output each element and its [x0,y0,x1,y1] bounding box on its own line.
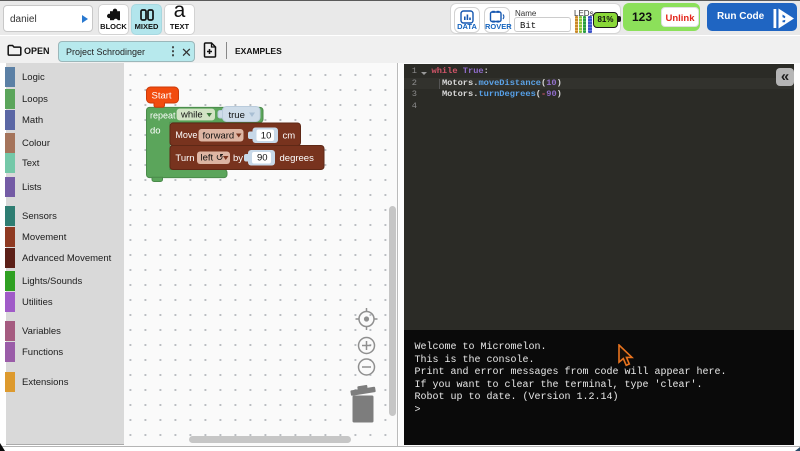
svg-text:90: 90 [257,153,268,164]
svg-text:forward: forward [203,130,235,141]
svg-text:while: while [180,110,203,121]
svg-text:10: 10 [261,130,272,141]
svg-text:do: do [150,125,161,136]
svg-text:repeat: repeat [150,110,176,120]
svg-text:Move: Move [175,130,197,140]
svg-text:Start: Start [152,91,172,102]
svg-text:cm: cm [283,130,296,141]
svg-text:Turn: Turn [175,153,194,164]
svg-text:by: by [233,153,243,164]
svg-text:left ↺: left ↺ [201,153,224,164]
svg-text:degrees: degrees [280,153,315,164]
svg-text:true: true [229,110,245,121]
